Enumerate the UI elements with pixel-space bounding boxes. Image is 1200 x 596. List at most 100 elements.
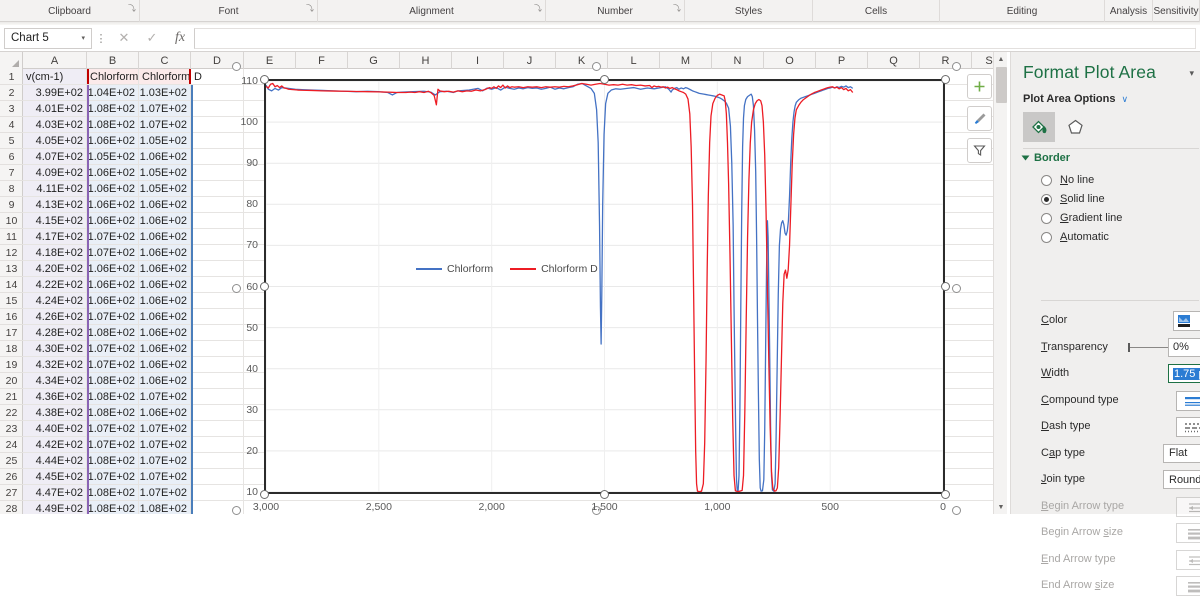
chevron-down-icon[interactable]: ∨ bbox=[1122, 94, 1129, 105]
row-header-15[interactable]: 15 bbox=[0, 293, 23, 309]
row-header-25[interactable]: 25 bbox=[0, 453, 23, 469]
plot-area[interactable]: Chlorform Chlorform D bbox=[264, 79, 945, 494]
cell-C[interactable]: 1.06E+02 bbox=[139, 341, 191, 356]
transparency-slider-track[interactable] bbox=[1128, 346, 1170, 348]
column-header-A[interactable]: A bbox=[23, 52, 87, 69]
cell-A[interactable]: 4.13E+02 bbox=[23, 197, 87, 212]
row-header-19[interactable]: 19 bbox=[0, 357, 23, 373]
cell-A[interactable]: 4.01E+02 bbox=[23, 101, 87, 116]
dash-type-button[interactable] bbox=[1176, 417, 1200, 437]
cell-B[interactable]: 1.07E+02 bbox=[87, 357, 139, 372]
row-header-3[interactable]: 3 bbox=[0, 101, 23, 117]
cell-A[interactable]: v(cm-1) bbox=[23, 69, 87, 84]
cell-A[interactable]: 4.42E+02 bbox=[23, 437, 87, 452]
scroll-up-icon[interactable]: ▲ bbox=[994, 52, 1008, 66]
cell-C[interactable]: 1.07E+02 bbox=[139, 117, 191, 132]
cell-C[interactable]: 1.07E+02 bbox=[139, 101, 191, 116]
row-header-17[interactable]: 17 bbox=[0, 325, 23, 341]
cell-A[interactable]: 4.20E+02 bbox=[23, 261, 87, 276]
chart-side-tools[interactable] bbox=[967, 74, 993, 170]
cell-C[interactable]: 1.05E+02 bbox=[139, 165, 191, 180]
cell-B[interactable]: 1.06E+02 bbox=[87, 197, 139, 212]
cell-A[interactable]: 4.18E+02 bbox=[23, 245, 87, 260]
effects-tab[interactable] bbox=[1059, 112, 1091, 142]
cancel-icon[interactable]: ✕ bbox=[110, 27, 138, 49]
resize-handle[interactable] bbox=[600, 74, 609, 84]
cell-C[interactable]: 1.08E+02 bbox=[139, 501, 191, 514]
row-header-1[interactable]: 1 bbox=[0, 69, 23, 85]
pane-collapse-icon[interactable]: ▾ bbox=[1189, 68, 1194, 79]
resize-handle[interactable] bbox=[940, 74, 950, 84]
cap-type-combo[interactable]: Flat bbox=[1163, 443, 1200, 463]
chart-resize-handle[interactable] bbox=[231, 61, 241, 71]
chevron-down-icon[interactable]: ▾ bbox=[81, 34, 85, 42]
resize-handle[interactable] bbox=[940, 282, 950, 291]
row-header-20[interactable]: 20 bbox=[0, 373, 23, 389]
row-header-24[interactable]: 24 bbox=[0, 437, 23, 453]
cell-A[interactable]: 4.11E+02 bbox=[23, 181, 87, 196]
pane-subtitle[interactable]: Plot Area Options ∨ bbox=[1023, 93, 1128, 105]
chart-filters-button[interactable] bbox=[967, 138, 992, 163]
row-header-13[interactable]: 13 bbox=[0, 261, 23, 277]
cell-A[interactable]: 4.05E+02 bbox=[23, 133, 87, 148]
cell-C[interactable]: 1.06E+02 bbox=[139, 213, 191, 228]
cell-B[interactable]: 1.07E+02 bbox=[87, 421, 139, 436]
row-header-11[interactable]: 11 bbox=[0, 229, 23, 245]
row-header-8[interactable]: 8 bbox=[0, 181, 23, 197]
legend-item[interactable]: Chlorform bbox=[416, 263, 493, 275]
row-header-10[interactable]: 10 bbox=[0, 213, 23, 229]
resize-handle[interactable] bbox=[259, 282, 269, 291]
cell-C[interactable]: 1.06E+02 bbox=[139, 325, 191, 340]
chart-object[interactable]: Chlorform Chlorform D 10 20 30 40 50 60 70 80 90 1… bbox=[231, 61, 992, 515]
vertical-scrollbar[interactable]: ▲ ▼ bbox=[993, 52, 1007, 514]
cell-C[interactable]: 1.07E+02 bbox=[139, 389, 191, 404]
cell-A[interactable]: 4.40E+02 bbox=[23, 421, 87, 436]
border-radio-gradient-line[interactable]: Gradient line bbox=[1041, 212, 1122, 224]
cell-C[interactable]: 1.07E+02 bbox=[139, 421, 191, 436]
row-header-28[interactable]: 28 bbox=[0, 501, 23, 515]
cell-C[interactable]: 1.06E+02 bbox=[139, 405, 191, 420]
row-header-14[interactable]: 14 bbox=[0, 277, 23, 293]
cell-A[interactable]: 4.03E+02 bbox=[23, 117, 87, 132]
cell-A[interactable]: 4.09E+02 bbox=[23, 165, 87, 180]
color-picker-button[interactable] bbox=[1173, 311, 1200, 331]
dialog-launcher-icon[interactable]: ⤵ bbox=[128, 5, 136, 13]
confirm-icon[interactable]: ✓ bbox=[138, 27, 166, 49]
cell-C[interactable]: Chlorform bbox=[139, 69, 191, 84]
chart-styles-button[interactable] bbox=[967, 106, 992, 131]
cell-C[interactable]: 1.05E+02 bbox=[139, 181, 191, 196]
join-type-combo[interactable]: Round bbox=[1163, 470, 1200, 489]
cell-A[interactable]: 4.45E+02 bbox=[23, 469, 87, 484]
cell-C[interactable]: 1.06E+02 bbox=[139, 149, 191, 164]
row-header-5[interactable]: 5 bbox=[0, 133, 23, 149]
cell-C[interactable]: 1.06E+02 bbox=[139, 197, 191, 212]
cell-B[interactable]: 1.07E+02 bbox=[87, 341, 139, 356]
cell-B[interactable]: 1.08E+02 bbox=[87, 389, 139, 404]
cell-A[interactable]: 4.15E+02 bbox=[23, 213, 87, 228]
cell-C[interactable]: 1.06E+02 bbox=[139, 373, 191, 388]
cell-C[interactable]: 1.07E+02 bbox=[139, 485, 191, 500]
cell-A[interactable]: 3.99E+02 bbox=[23, 85, 87, 100]
chart-resize-handle[interactable] bbox=[951, 61, 961, 71]
chart-resize-handle[interactable] bbox=[231, 505, 241, 515]
chart-resize-handle[interactable] bbox=[951, 283, 961, 293]
scroll-down-icon[interactable]: ▼ bbox=[994, 500, 1008, 514]
cell-C[interactable]: 1.07E+02 bbox=[139, 437, 191, 452]
fill-and-line-tab[interactable] bbox=[1023, 112, 1055, 142]
cell-B[interactable]: 1.07E+02 bbox=[87, 309, 139, 324]
radio-button-icon[interactable] bbox=[1041, 174, 1052, 186]
cell-C[interactable]: 1.07E+02 bbox=[139, 469, 191, 484]
row-header-18[interactable]: 18 bbox=[0, 341, 23, 357]
cell-A[interactable]: 4.36E+02 bbox=[23, 389, 87, 404]
cell-B[interactable]: 1.06E+02 bbox=[87, 181, 139, 196]
cell-A[interactable]: 4.26E+02 bbox=[23, 309, 87, 324]
cell-A[interactable]: 4.28E+02 bbox=[23, 325, 87, 340]
cell-C[interactable]: 1.06E+02 bbox=[139, 229, 191, 244]
cell-B[interactable]: 1.07E+02 bbox=[87, 245, 139, 260]
chart-legend[interactable]: Chlorform Chlorform D bbox=[416, 263, 598, 275]
row-header-23[interactable]: 23 bbox=[0, 421, 23, 437]
chart-resize-handle[interactable] bbox=[231, 283, 241, 293]
transparency-slider-knob[interactable] bbox=[1128, 342, 1130, 352]
cell-C[interactable]: 1.06E+02 bbox=[139, 357, 191, 372]
cell-B[interactable]: 1.06E+02 bbox=[87, 133, 139, 148]
